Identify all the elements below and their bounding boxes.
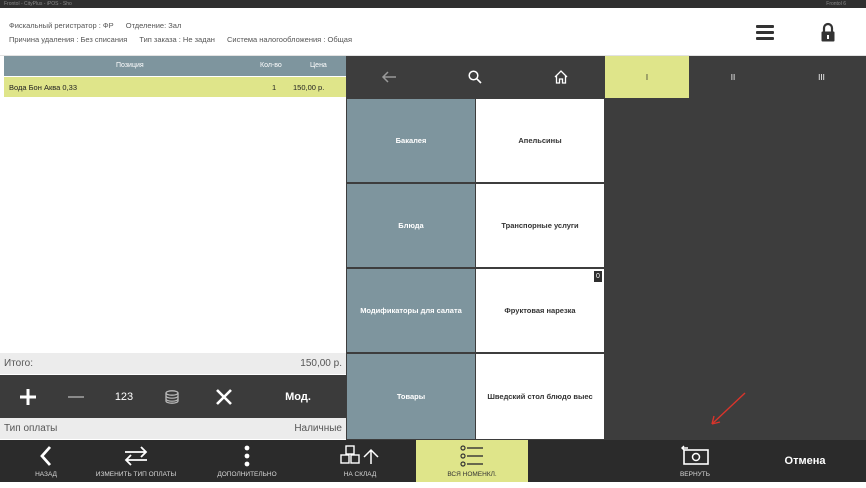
search-button[interactable] xyxy=(432,56,518,98)
payment-type-row[interactable]: Тип оплаты Наличные xyxy=(0,418,346,439)
tab-page-1[interactable]: I xyxy=(605,56,689,98)
search-icon xyxy=(468,70,482,84)
header-line-2: Причина удаления : Без списания Тип зака… xyxy=(9,35,362,44)
plus-icon xyxy=(20,388,36,405)
receipt-list-area[interactable] xyxy=(4,97,346,353)
column-price: Цена xyxy=(310,62,327,69)
lock-icon[interactable] xyxy=(820,22,836,44)
cancel-button[interactable]: Отмена xyxy=(770,440,840,482)
product-button[interactable]: Апельсины xyxy=(476,99,604,182)
catalog-navbar: I II III xyxy=(346,56,866,98)
back-button-label: НАЗАД xyxy=(35,471,57,478)
arrow-left-icon xyxy=(381,71,396,83)
list-icon xyxy=(460,445,483,467)
to-stock-label: НА СКЛАД xyxy=(343,471,377,478)
category-button[interactable]: Бакалея xyxy=(347,99,475,182)
money-refund-icon xyxy=(681,445,709,465)
refund-button[interactable]: ВЕРНУТЬ xyxy=(660,440,730,482)
product-button[interactable]: Транспорные услуги xyxy=(476,184,604,267)
payment-type-value: Наличные xyxy=(294,423,342,434)
window-title-right: Frontol 6 xyxy=(826,1,846,7)
receipt-toolbar: 123 Мод. xyxy=(0,375,346,418)
all-items-button[interactable]: ВСЯ НОМЕНКЛ. xyxy=(416,440,528,482)
category-button[interactable]: Товары xyxy=(347,354,475,439)
coins-icon xyxy=(165,389,179,404)
department-label: Отделение: Зал xyxy=(125,21,182,30)
row-item-price: 150,00 р. xyxy=(293,83,325,92)
swap-arrows-icon xyxy=(124,446,148,466)
delete-reason-label: Причина удаления : Без списания xyxy=(9,35,128,44)
to-stock-button[interactable]: НА СКЛАД xyxy=(318,440,402,482)
fiscal-register-label: Фискальный регистратор : ФР xyxy=(9,21,114,30)
receipt-table-header: Позиция Кол-во Цена xyxy=(4,56,346,76)
back-arrow-button[interactable] xyxy=(346,56,432,98)
column-quantity: Кол-во xyxy=(260,62,282,69)
column-position: Позиция xyxy=(116,62,144,69)
menu-icon[interactable] xyxy=(756,25,774,41)
product-button[interactable]: Фруктовая нарезка 0 xyxy=(476,269,604,352)
bottom-edge xyxy=(0,482,866,488)
coins-button[interactable] xyxy=(152,375,192,418)
home-icon xyxy=(554,70,568,84)
plus-button[interactable] xyxy=(8,375,48,418)
total-value: 150,00 р. xyxy=(300,358,342,369)
chevron-left-icon xyxy=(40,446,52,466)
product-label: Фруктовая нарезка xyxy=(504,306,576,315)
bottom-action-bar: НАЗАД ИЗМЕНИТЬ ТИП ОПЛАТЫ ДОПОЛНИТЕЛЬНО xyxy=(0,440,866,482)
more-button[interactable]: ДОПОЛНИТЕЛЬНО xyxy=(204,440,290,482)
tab-page-2[interactable]: II xyxy=(689,56,777,98)
quantity-button[interactable]: 123 xyxy=(104,375,144,418)
total-row: Итого: 150,00 р. xyxy=(0,353,346,374)
total-label: Итого: xyxy=(4,358,33,369)
more-vertical-icon xyxy=(244,445,250,467)
more-button-label: ДОПОЛНИТЕЛЬНО xyxy=(217,471,277,478)
tax-system-label: Система налогообложения : Общая xyxy=(227,35,353,44)
category-button[interactable]: Блюда xyxy=(347,184,475,267)
refund-label: ВЕРНУТЬ xyxy=(679,471,711,478)
minus-icon xyxy=(68,395,84,398)
row-item-name: Вода Бон Аква 0,33 xyxy=(9,83,77,92)
order-type-label: Тип заказа : Не задан xyxy=(139,35,215,44)
home-button[interactable] xyxy=(518,56,604,98)
change-payment-type-label: ИЗМЕНИТЬ ТИП ОПЛАТЫ xyxy=(95,471,177,478)
change-payment-type-button[interactable]: ИЗМЕНИТЬ ТИП ОПЛАТЫ xyxy=(86,440,186,482)
empty-catalog-area xyxy=(605,98,866,440)
minus-button[interactable] xyxy=(56,375,96,418)
modifier-button[interactable]: Мод. xyxy=(272,375,324,418)
delete-item-button[interactable] xyxy=(204,375,244,418)
window-title-bar: Frontol - CityPlus - iPOS - Sho Frontol … xyxy=(0,0,866,8)
back-button[interactable]: НАЗАД xyxy=(18,440,74,482)
all-items-label: ВСЯ НОМЕНКЛ. xyxy=(447,471,497,478)
boxes-return-icon xyxy=(340,445,379,464)
header: Фискальный регистратор : ФР Отделение: З… xyxy=(0,8,866,56)
close-icon xyxy=(216,388,232,405)
table-row[interactable]: Вода Бон Аква 0,33 1 150,00 р. xyxy=(4,77,346,97)
header-line-1: Фискальный регистратор : ФР Отделение: З… xyxy=(9,21,191,30)
stock-badge: 0 xyxy=(594,271,602,282)
product-button[interactable]: Шведский стол блюдо выес xyxy=(476,354,604,439)
window-title: Frontol - CityPlus - iPOS - Sho xyxy=(4,1,72,7)
payment-type-label: Тип оплаты xyxy=(4,423,58,434)
tab-page-3[interactable]: III xyxy=(777,56,866,98)
catalog-grid: Бакалея Апельсины Блюда Транспорные услу… xyxy=(346,98,605,440)
row-item-qty: 1 xyxy=(272,83,277,92)
category-button[interactable]: Модификаторы для салата xyxy=(347,269,475,352)
